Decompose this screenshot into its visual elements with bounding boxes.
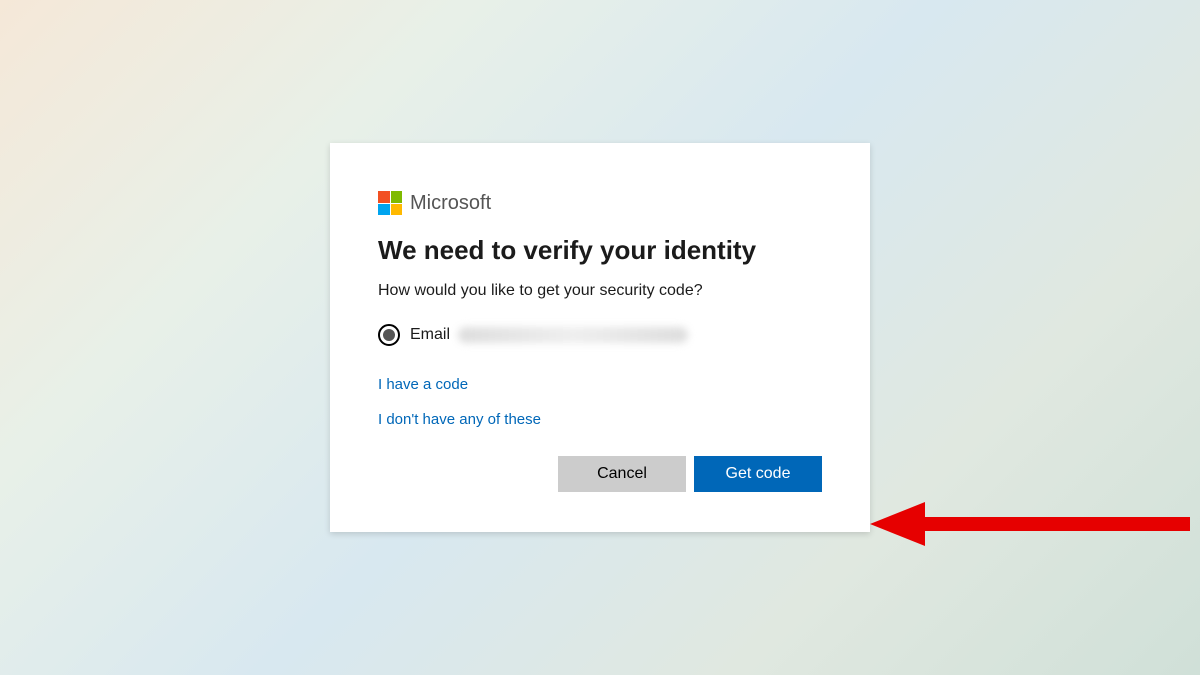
none-of-these-link[interactable]: I don't have any of these [378, 411, 822, 428]
email-option-label: Email [410, 326, 688, 344]
cancel-button[interactable]: Cancel [558, 456, 686, 492]
get-code-button[interactable]: Get code [694, 456, 822, 492]
brand-header: Microsoft [378, 191, 822, 215]
email-option-radio[interactable]: Email [378, 324, 822, 346]
radio-selected-icon [378, 324, 400, 346]
dialog-button-row: Cancel Get code [378, 456, 822, 492]
annotation-arrow-icon [870, 494, 1190, 554]
dialog-heading: We need to verify your identity [378, 235, 822, 266]
brand-text: Microsoft [410, 192, 491, 215]
dialog-subheading: How would you like to get your security … [378, 282, 822, 300]
verify-identity-dialog: Microsoft We need to verify your identit… [330, 143, 870, 532]
redacted-email [458, 327, 688, 343]
email-option-prefix: Email [410, 326, 450, 343]
have-code-link[interactable]: I have a code [378, 376, 822, 393]
microsoft-logo-icon [378, 191, 402, 215]
